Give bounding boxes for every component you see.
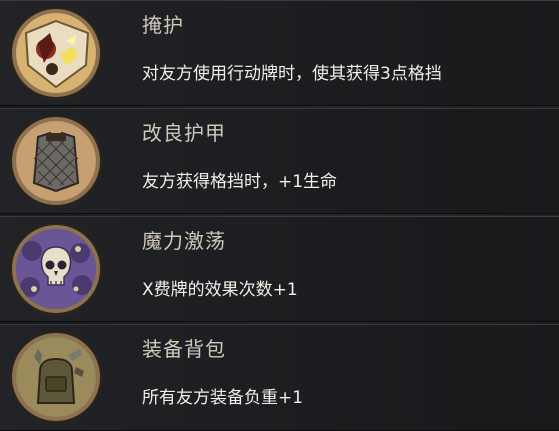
chainmail-armor-icon bbox=[12, 117, 100, 205]
skill-row-cover[interactable]: 掩护 对友方使用行动牌时，使其获得3点格挡 bbox=[0, 0, 559, 106]
warrior-shield-icon bbox=[12, 9, 100, 97]
skill-name: 魔力激荡 bbox=[142, 229, 226, 253]
skill-row-improved-armor[interactable]: 改良护甲 友方获得格挡时，+1生命 bbox=[0, 108, 559, 214]
skill-name: 改良护甲 bbox=[142, 121, 226, 145]
skill-description: X费牌的效果次数+1 bbox=[142, 280, 298, 300]
backpack-gear-icon bbox=[12, 333, 100, 421]
skull-mana-icon bbox=[12, 225, 100, 313]
skill-list-panel: 掩护 对友方使用行动牌时，使其获得3点格挡 改良护甲 友方获得格挡时，+1生命 bbox=[0, 0, 559, 431]
skill-name: 装备背包 bbox=[142, 337, 226, 361]
skill-name: 掩护 bbox=[142, 13, 184, 37]
skill-description: 对友方使用行动牌时，使其获得3点格挡 bbox=[142, 64, 442, 84]
skill-row-mana-surge[interactable]: 魔力激荡 X费牌的效果次数+1 bbox=[0, 216, 559, 322]
skill-description: 友方获得格挡时，+1生命 bbox=[142, 172, 338, 192]
skill-row-gear-pack[interactable]: 装备背包 所有友方装备负重+1 bbox=[0, 324, 559, 431]
skill-description: 所有友方装备负重+1 bbox=[142, 388, 304, 408]
